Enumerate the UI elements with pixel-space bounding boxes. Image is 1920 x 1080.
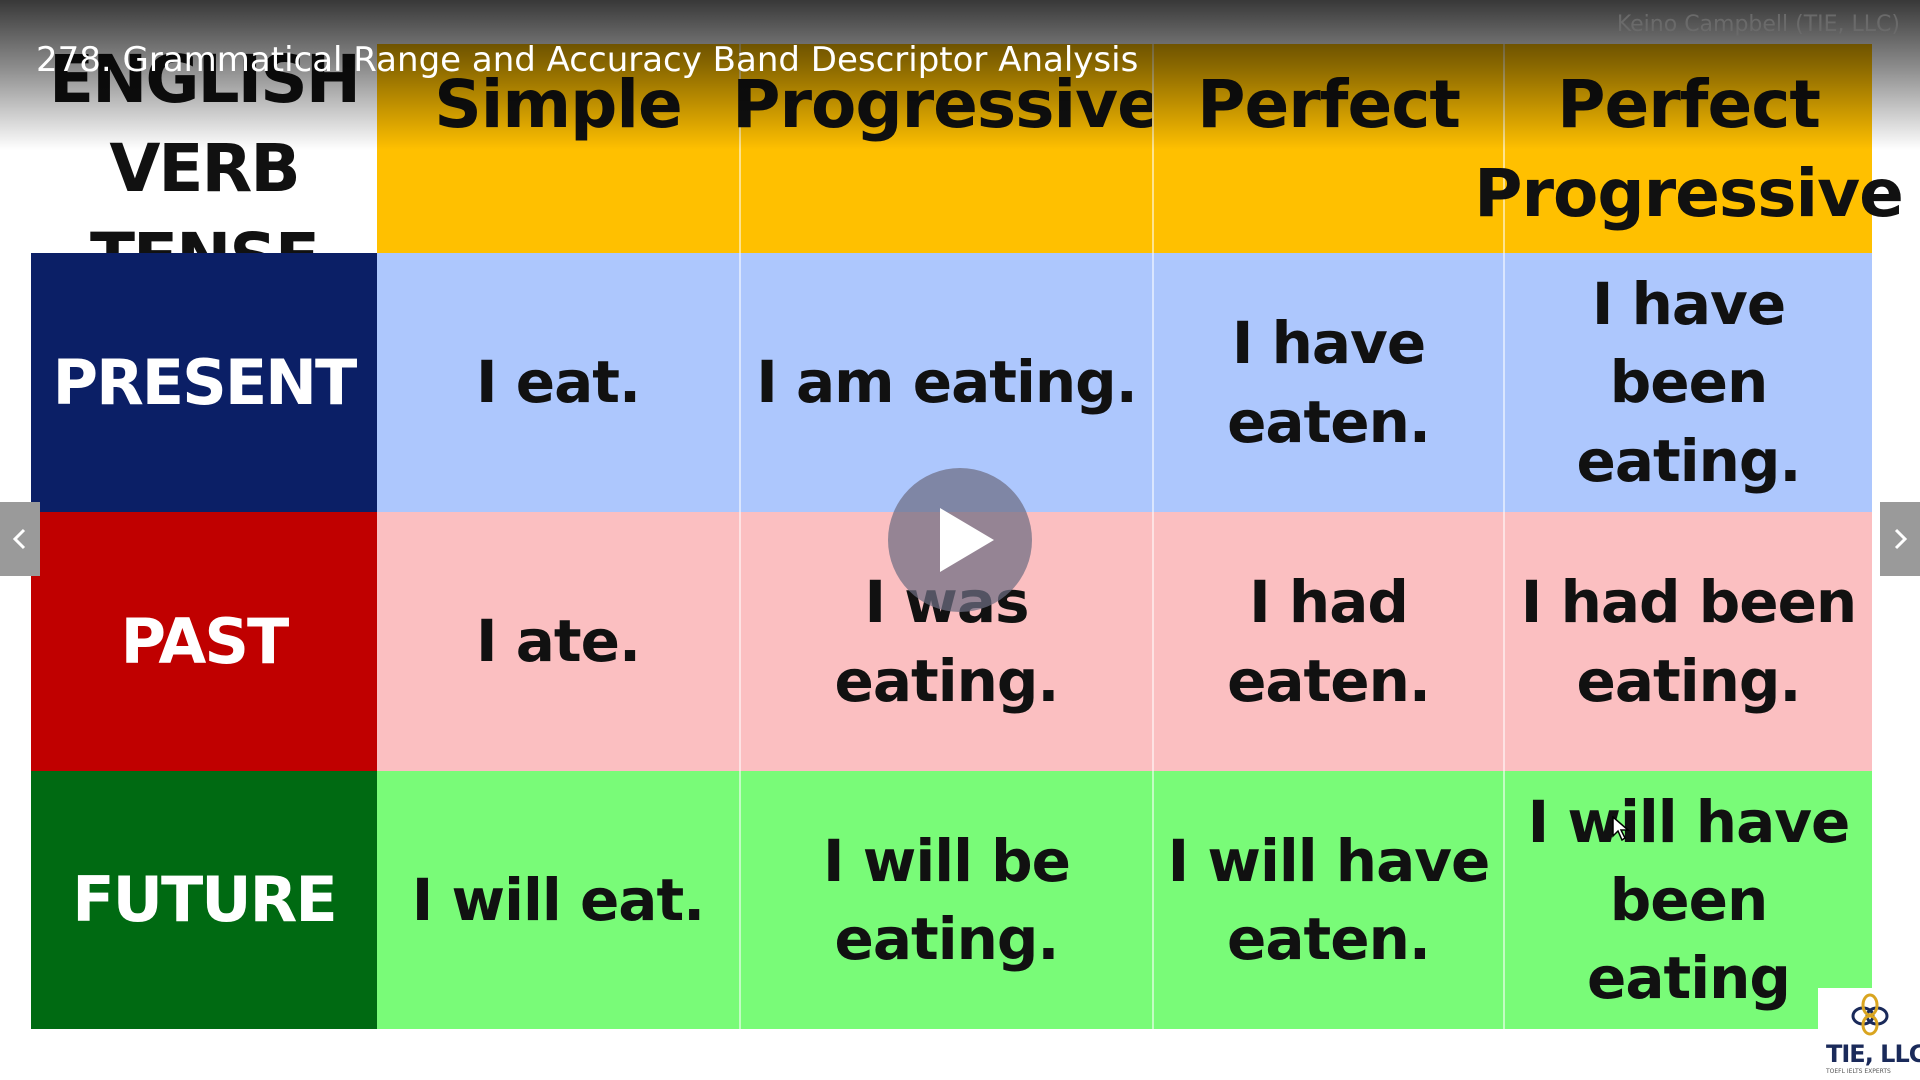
table-cell: I had eaten. bbox=[1152, 512, 1503, 771]
mouse-cursor-icon bbox=[1612, 816, 1630, 842]
table-cell: I will be eating. bbox=[739, 771, 1152, 1029]
row-header-future: FUTURE bbox=[31, 771, 377, 1029]
video-player[interactable]: ENGLISH VERB TENSE Simple Progressive Pe… bbox=[0, 0, 1920, 1080]
row-header-past: PAST bbox=[31, 512, 377, 771]
logo-subtext: TOEFL IELTS EXPERTS bbox=[1826, 1068, 1891, 1075]
table-cell: I eat. bbox=[377, 253, 739, 512]
table-cell: I have been eating. bbox=[1503, 253, 1872, 512]
table-cell: I will have been eating bbox=[1503, 771, 1872, 1029]
video-title[interactable]: 278. Grammatical Range and Accuracy Band… bbox=[36, 40, 1138, 80]
table-cell: I ate. bbox=[377, 512, 739, 771]
table-cell: I had been eating. bbox=[1503, 512, 1872, 771]
table-cell: I have eaten. bbox=[1152, 253, 1503, 512]
tie-llc-logo: TIE, LLC TOEFL IELTS EXPERTS bbox=[1818, 988, 1920, 1080]
logo-knot-icon bbox=[1851, 993, 1889, 1036]
previous-button[interactable] bbox=[0, 502, 40, 576]
logo-text: TIE, LLC bbox=[1826, 1040, 1920, 1068]
chevron-right-icon bbox=[1894, 528, 1908, 550]
table-cell: I will eat. bbox=[377, 771, 739, 1029]
column-header-perfect-progressive: Perfect Progressive bbox=[1474, 44, 1904, 253]
column-header-perfect: Perfect bbox=[1152, 44, 1503, 253]
table-cell: I will have eaten. bbox=[1152, 771, 1503, 1029]
play-button[interactable] bbox=[888, 468, 1032, 612]
play-icon bbox=[940, 508, 994, 572]
next-button[interactable] bbox=[1880, 502, 1920, 576]
row-header-present: PRESENT bbox=[31, 253, 377, 512]
channel-name: Keino Campbell (TIE, LLC) bbox=[1616, 12, 1900, 37]
chevron-left-icon bbox=[12, 528, 26, 550]
